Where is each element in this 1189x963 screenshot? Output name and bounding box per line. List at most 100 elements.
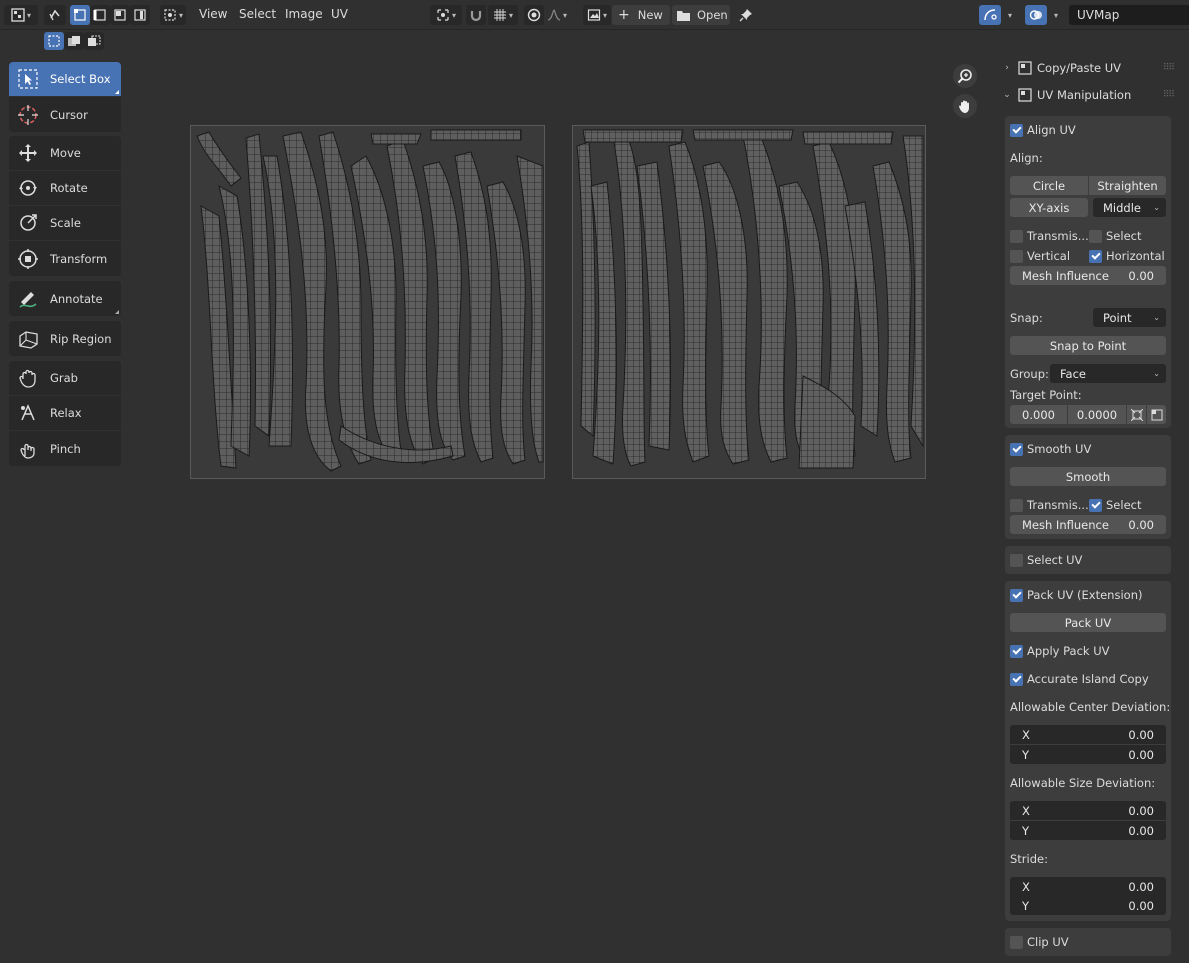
tool-select-box[interactable]: Select Box (9, 62, 121, 97)
mesh-influence-field[interactable]: Mesh Influence 0.00 (1010, 266, 1166, 285)
overlays-dropdown[interactable]: ▾ (1047, 5, 1063, 25)
tool-label: Rip Region (50, 331, 112, 346)
gizmo-toggle[interactable] (979, 5, 1001, 25)
select-uv-checkbox[interactable]: Select UV (1010, 550, 1166, 570)
smooth-uv-checkbox[interactable]: Smooth UV (1010, 439, 1166, 459)
pick-target-button[interactable] (1127, 405, 1146, 424)
tool-annotate[interactable]: Annotate (9, 281, 121, 316)
proportional-edit-toggle[interactable] (524, 5, 544, 25)
pinch-icon (15, 436, 41, 462)
smooth-button[interactable]: Smooth (1010, 467, 1166, 486)
overlays-toggle[interactable] (1025, 5, 1047, 25)
vertex-mode-icon (74, 9, 86, 21)
menu-select[interactable]: Select (239, 7, 276, 21)
pack-uv-button[interactable]: Pack UV (1010, 613, 1166, 632)
edge-select-mode[interactable] (90, 5, 110, 25)
uv-islands-left (196, 129, 544, 472)
tool-label: Rotate (50, 181, 88, 195)
uv-tile-right[interactable] (572, 125, 926, 479)
tool-relax[interactable]: Relax (9, 396, 121, 431)
checkbox-label: Smooth UV (1027, 442, 1092, 456)
stride-y[interactable]: Y 0.00 (1010, 896, 1166, 915)
center-deviation-x[interactable]: X 0.00 (1010, 725, 1166, 744)
align-label: Align: (1010, 151, 1043, 165)
group-dropdown[interactable]: Face ⌄ (1050, 364, 1166, 383)
extend-selection-button[interactable] (64, 32, 84, 50)
drag-grip-icon[interactable]: ⠿⠿ (1163, 90, 1175, 100)
circle-button[interactable]: Circle (1010, 176, 1088, 195)
field-label: Mesh Influence (1022, 517, 1109, 532)
falloff-dropdown[interactable]: ▾ (544, 5, 570, 25)
open-image-button[interactable]: Open (672, 5, 730, 25)
target-y-field[interactable]: 0.0000 (1068, 405, 1126, 424)
editor-type-button[interactable]: ▾ (4, 5, 38, 25)
accurate-copy-checkbox[interactable]: Accurate Island Copy (1010, 669, 1166, 689)
pivot-point-dropdown[interactable]: ▾ (430, 5, 462, 25)
field-label: Y (1022, 747, 1030, 762)
tool-cursor[interactable]: Cursor (9, 97, 121, 132)
smooth-select-checkbox[interactable]: Select (1089, 495, 1165, 515)
center-deviation-y[interactable]: Y 0.00 (1010, 745, 1166, 764)
snap-toggle[interactable] (466, 5, 486, 25)
target-x-field[interactable]: 0.000 (1010, 405, 1067, 424)
smooth-uv-box: Smooth UV Smooth Transmis... Select Mesh… (1005, 435, 1171, 539)
image-editor-icon (11, 8, 25, 22)
align-uv-checkbox[interactable]: Align UV (1010, 120, 1166, 140)
checkbox-label: Select (1106, 498, 1142, 512)
menu-image[interactable]: Image (285, 7, 323, 21)
menu-view[interactable]: View (199, 7, 227, 21)
smooth-transmission-checkbox[interactable]: Transmis... (1010, 495, 1089, 515)
smooth-mesh-influence-field[interactable]: Mesh Influence 0.00 (1010, 515, 1166, 534)
sync-selection-toggle[interactable] (44, 5, 66, 25)
select-checkbox[interactable]: Select (1089, 226, 1165, 246)
field-value: 0.00 (1128, 727, 1154, 742)
straighten-button[interactable]: Straighten (1089, 176, 1166, 195)
snap-target-dropdown[interactable]: ▾ (488, 5, 518, 25)
tool-label: Cursor (50, 107, 88, 122)
snap-mode-dropdown[interactable]: Point ⌄ (1093, 308, 1166, 327)
horizontal-checkbox[interactable]: Horizontal (1089, 246, 1165, 266)
apply-pack-checkbox[interactable]: Apply Pack UV (1010, 641, 1166, 661)
stride-x[interactable]: X 0.00 (1010, 877, 1166, 896)
size-deviation-y[interactable]: Y 0.00 (1010, 821, 1166, 840)
center-deviation-label: Allowable Center Deviation: (1010, 700, 1171, 714)
pack-uv-checkbox[interactable]: Pack UV (Extension) (1010, 585, 1166, 605)
subtract-selection-button[interactable] (84, 32, 104, 50)
tool-move[interactable]: Move (9, 136, 121, 171)
uvmap-field[interactable]: UVMap (1069, 5, 1189, 25)
xy-axis-button[interactable]: XY-axis (1010, 198, 1088, 217)
island-select-mode[interactable] (130, 5, 150, 25)
tool-grab[interactable]: Grab (9, 361, 121, 396)
tool-rip-region[interactable]: Rip Region (9, 321, 121, 356)
pin-image-toggle[interactable] (736, 5, 756, 25)
tool-pinch[interactable]: Pinch (9, 431, 121, 466)
face-select-mode[interactable] (110, 5, 130, 25)
panel-header-copy-paste[interactable]: › Copy/Paste UV ⠿⠿ (1000, 56, 1178, 80)
tool-rotate[interactable]: Rotate (9, 171, 121, 206)
sticky-selection-dropdown[interactable]: ▾ (160, 5, 186, 25)
rotate-icon (15, 175, 41, 201)
drag-grip-icon[interactable]: ⠿⠿ (1163, 63, 1175, 73)
panel-header-uv-manipulation[interactable]: ⌄ UV Manipulation ⠿⠿ (1000, 83, 1178, 107)
set-selection-button[interactable] (44, 32, 64, 50)
pan-view-button[interactable] (953, 94, 977, 118)
size-deviation-x[interactable]: X 0.00 (1010, 801, 1166, 820)
transmission-checkbox[interactable]: Transmis... (1010, 226, 1089, 246)
stride-label: Stride: (1010, 852, 1048, 866)
align-mode-dropdown[interactable]: Middle ⌄ (1093, 198, 1166, 217)
target-align-button[interactable] (1147, 405, 1166, 424)
tool-scale[interactable]: Scale (9, 206, 121, 241)
new-image-button[interactable]: + New (612, 5, 670, 25)
gizmo-dropdown[interactable]: ▾ (1001, 5, 1017, 25)
uv-tile-left[interactable] (190, 125, 545, 479)
select-uv-box: Select UV (1005, 546, 1171, 574)
tool-transform[interactable]: Transform (9, 241, 121, 276)
zoom-view-button[interactable] (953, 64, 977, 88)
tool-label: Annotate (50, 291, 103, 306)
vertex-select-mode[interactable] (70, 5, 90, 25)
vertical-checkbox[interactable]: Vertical (1010, 246, 1086, 266)
menu-uv[interactable]: UV (331, 7, 348, 21)
clip-uv-checkbox[interactable]: Clip UV (1010, 932, 1166, 952)
image-browse-dropdown[interactable]: ▾ (583, 5, 611, 25)
snap-to-point-button[interactable]: Snap to Point (1010, 336, 1166, 355)
